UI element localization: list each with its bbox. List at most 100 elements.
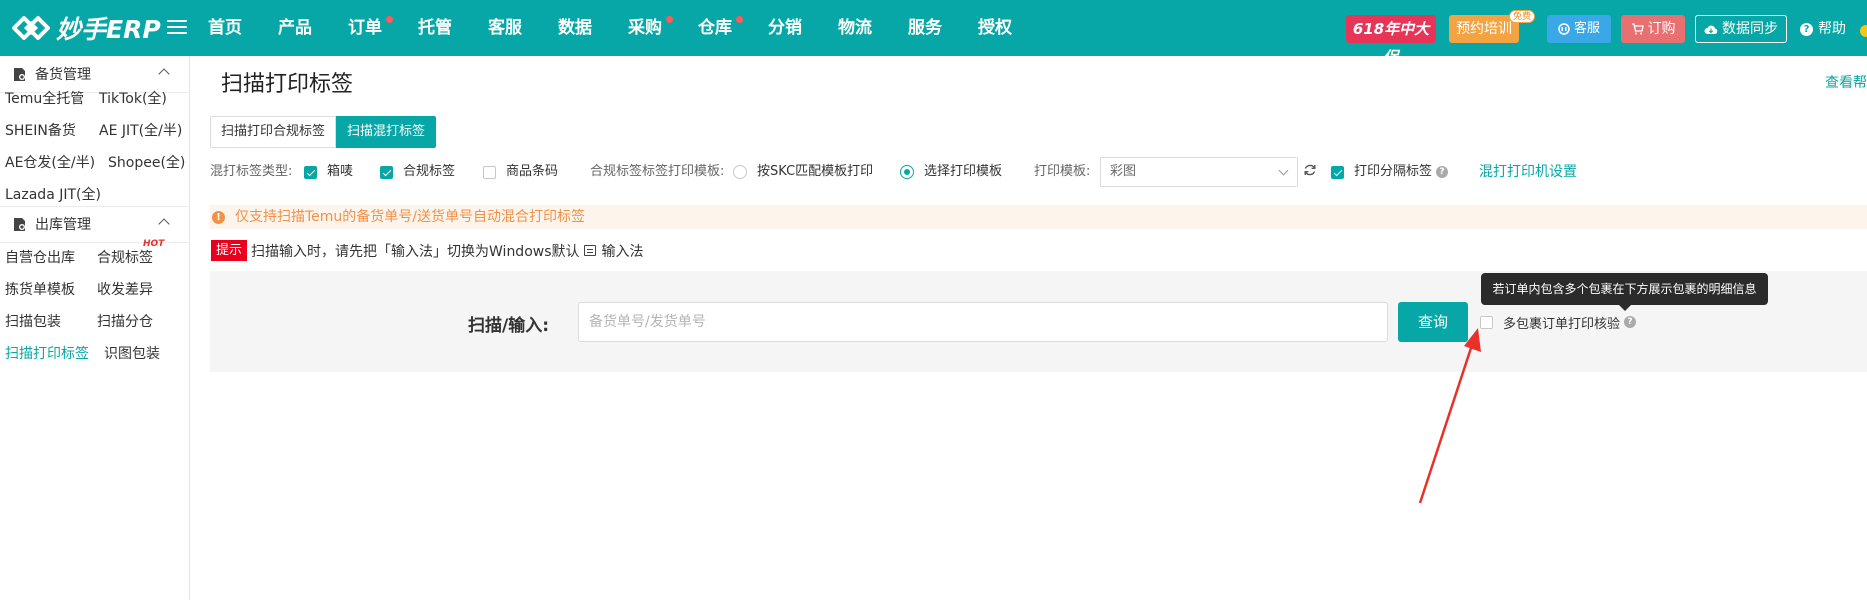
separator-label-checkbox[interactable]: 打印分隔标签? — [1331, 160, 1449, 184]
multi-package-verify-checkbox[interactable]: 多包裹订单打印核验 ? — [1480, 312, 1637, 332]
notification-dot — [386, 16, 393, 23]
nav-label: 产品 — [278, 18, 312, 38]
notification-dot — [736, 16, 743, 23]
nav-label: 物流 — [838, 18, 872, 38]
book-training-button[interactable]: 预约培训 — [1449, 15, 1519, 43]
sidebar-item-scan-split[interactable]: 扫描分仓 — [97, 311, 153, 331]
app-logo[interactable]: 妙手ERP — [10, 8, 161, 48]
nav-label: 客服 — [488, 18, 522, 38]
choose-template-radio[interactable]: 选择打印模板 — [900, 160, 1002, 184]
sidebar-item-image-pack[interactable]: 识图包装 — [104, 343, 160, 363]
checkbox-box[interactable] — [380, 165, 393, 179]
order-label: 订购 — [1647, 21, 1676, 37]
nav-label: 授权 — [978, 18, 1012, 38]
nav-item-data[interactable]: 数据 — [558, 0, 628, 56]
tab-scan-compliance-label[interactable]: 扫描打印合规标签 — [210, 116, 337, 148]
main-nav: 首页 产品 订单 托管 客服 数据 采购 仓库 分销 物流 服务 授权 — [208, 0, 1048, 56]
promo-banner[interactable]: 618年中大促 — [1346, 15, 1436, 66]
sidebar-item-tiktok[interactable]: TikTok(全) — [99, 88, 167, 108]
sidebar-item-temu[interactable]: Temu全托管 — [5, 88, 84, 108]
nav-label: 分销 — [768, 18, 802, 38]
help-icon: ? — [1800, 22, 1813, 36]
checkbox-label: 商品条码 — [506, 164, 559, 179]
checkbox-box[interactable] — [304, 165, 317, 179]
nav-item-orders[interactable]: 订单 — [348, 0, 418, 56]
checkbox-box[interactable] — [1331, 165, 1344, 179]
template-mode-label: 合规标签标签打印模板: — [590, 164, 725, 179]
help-icon[interactable]: ? — [1436, 166, 1449, 178]
scan-input[interactable] — [578, 302, 1388, 342]
radio-button[interactable] — [900, 165, 914, 179]
nav-item-products[interactable]: 产品 — [278, 0, 348, 56]
tooltip: 若订单内包含多个包裹在下方展示包裹的明细信息 — [1481, 273, 1768, 305]
help-label: 帮助 — [1818, 21, 1846, 37]
barcode-checkbox[interactable]: 商品条码 — [483, 160, 558, 184]
doc-icon — [14, 217, 25, 231]
order-button[interactable]: 订购 — [1621, 15, 1685, 43]
nav-item-logistics[interactable]: 物流 — [838, 0, 908, 56]
nav-label: 首页 — [208, 18, 242, 38]
hot-badge: HOT — [143, 239, 165, 249]
nav-item-authorization[interactable]: 授权 — [978, 0, 1048, 56]
chevron-up-icon — [158, 218, 170, 230]
radio-label: 按SKC匹配模板打印 — [757, 164, 874, 179]
sidebar-item-ae-jit[interactable]: AE JIT(全/半) — [99, 120, 182, 140]
radio-label: 选择打印模板 — [924, 164, 1003, 179]
mixed-printer-settings-link[interactable]: 混打打印机设置 — [1479, 160, 1577, 184]
notification-dot — [666, 16, 673, 23]
menu-icon[interactable] — [167, 16, 187, 38]
nav-item-warehouse[interactable]: 仓库 — [698, 0, 768, 56]
sidebar-item-compliance-label[interactable]: 合规标签 — [97, 247, 153, 267]
nav-label: 托管 — [418, 18, 452, 38]
help-button[interactable]: ? 帮助 — [1800, 15, 1846, 43]
page-title: 扫描打印标签 — [221, 72, 354, 97]
checkbox-box[interactable] — [1480, 315, 1493, 329]
doc-icon — [14, 67, 25, 81]
checkbox-label: 打印分隔标签 — [1354, 164, 1433, 179]
nav-label: 订单 — [348, 18, 382, 38]
help-icon[interactable]: ? — [1624, 316, 1637, 328]
sidebar-item-self-outbound[interactable]: 自营仓出库 — [5, 247, 75, 267]
data-sync-button[interactable]: 数据同步 — [1695, 15, 1787, 43]
checkbox-label: 多包裹订单打印核验 — [1503, 316, 1621, 332]
service-label: 客服 — [1573, 21, 1600, 36]
sidebar-section-stock[interactable]: 备货管理 — [0, 56, 190, 92]
sidebar-item-ae-warehouse[interactable]: AE仓发(全/半) — [5, 152, 95, 172]
nav-item-purchase[interactable]: 采购 — [628, 0, 698, 56]
compliance-label-checkbox[interactable]: 合规标签 — [380, 160, 455, 184]
nav-item-distribution[interactable]: 分销 — [768, 0, 838, 56]
nav-item-home[interactable]: 首页 — [208, 0, 278, 56]
logo-icon — [12, 16, 50, 40]
mixed-type-label: 混打标签类型: — [210, 164, 293, 179]
sync-label: 数据同步 — [1722, 21, 1778, 37]
sidebar-item-lazada[interactable]: Lazada JIT(全) — [5, 184, 101, 204]
notice-bar: ! 仅支持扫描Temu的备货单号/送货单号自动混合打印标签 — [210, 205, 1867, 229]
query-button[interactable]: 查询 — [1398, 302, 1468, 342]
sidebar-item-scan-pack[interactable]: 扫描包装 — [5, 311, 61, 331]
checkbox-box[interactable] — [483, 165, 496, 179]
customer-service-button[interactable]: 客服 — [1547, 15, 1611, 43]
skc-template-radio[interactable]: 按SKC匹配模板打印 — [733, 160, 873, 184]
refresh-icon[interactable] — [1303, 163, 1317, 177]
sidebar-item-shopee[interactable]: Shopee(全) — [108, 152, 185, 172]
checkbox-label: 合规标签 — [403, 164, 456, 179]
sidebar-item-pick-template[interactable]: 拣货单模板 — [5, 279, 75, 299]
print-template-select[interactable]: 彩图 — [1100, 157, 1298, 187]
user-avatar[interactable] — [1860, 25, 1867, 37]
select-value: 彩图 — [1110, 164, 1137, 179]
sidebar-item-scan-print-label[interactable]: 扫描打印标签 — [5, 343, 89, 363]
sidebar-section-outbound[interactable]: 出库管理 — [0, 206, 190, 242]
view-help-link[interactable]: 查看帮 — [1825, 72, 1867, 92]
sidebar-item-diff[interactable]: 收发差异 — [97, 279, 153, 299]
box-mark-checkbox[interactable]: 箱唛 — [304, 160, 353, 184]
nav-item-services[interactable]: 服务 — [908, 0, 978, 56]
notice-text: 仅支持扫描Temu的备货单号/送货单号自动混合打印标签 — [235, 209, 586, 225]
tip-badge: 提示 — [211, 240, 248, 261]
nav-item-customer-service[interactable]: 客服 — [488, 0, 558, 56]
brand-name: 妙手ERP — [56, 15, 161, 44]
sidebar-item-shein[interactable]: SHEIN备货 — [5, 120, 76, 140]
chevron-up-icon — [158, 68, 170, 80]
tab-scan-mixed-label[interactable]: 扫描混打标签 — [336, 116, 437, 148]
radio-button[interactable] — [733, 165, 747, 179]
nav-item-hosting[interactable]: 托管 — [418, 0, 488, 56]
